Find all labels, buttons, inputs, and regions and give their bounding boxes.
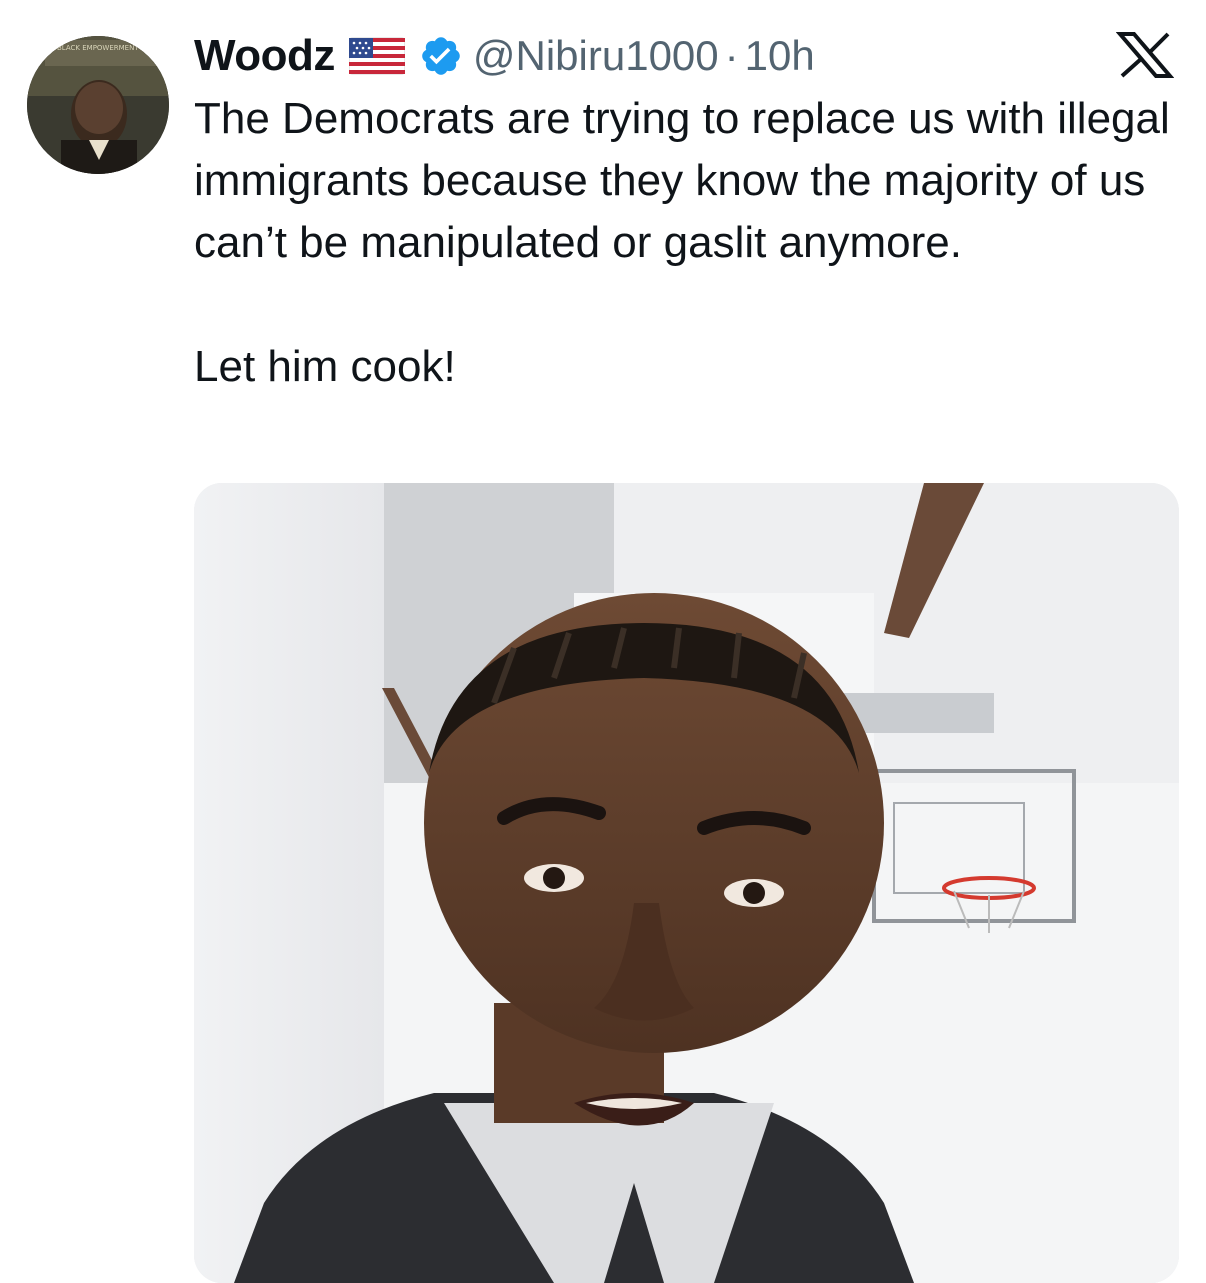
author-avatar[interactable]: BLACK EMPOWERMENT (27, 36, 169, 174)
tweet-timestamp[interactable]: 10h (745, 32, 815, 80)
tweet-card[interactable]: BLACK EMPOWERMENT Woodz @Nibiru1000 · 10… (0, 0, 1206, 1283)
verified-badge-icon[interactable] (419, 34, 463, 78)
tweet-media-video[interactable] (194, 483, 1179, 1283)
video-thumbnail-image (194, 483, 1179, 1283)
us-flag-icon (348, 36, 406, 76)
tweet-paragraph: Let him cook! (194, 342, 456, 391)
author-display-name[interactable]: Woodz (194, 31, 335, 81)
x-logo-icon[interactable] (1115, 30, 1175, 80)
avatar-sign-text: BLACK EMPOWERMENT (57, 44, 139, 52)
separator-dot: · (724, 32, 739, 79)
tweet-text: The Democrats are trying to replace us w… (194, 88, 1174, 398)
tweet-header: Woodz @Nibiru1000 · 10h (194, 28, 815, 84)
author-handle[interactable]: @Nibiru1000 (473, 32, 719, 80)
avatar-image: BLACK EMPOWERMENT (27, 36, 169, 174)
tweet-paragraph: The Democrats are trying to replace us w… (194, 94, 1170, 267)
